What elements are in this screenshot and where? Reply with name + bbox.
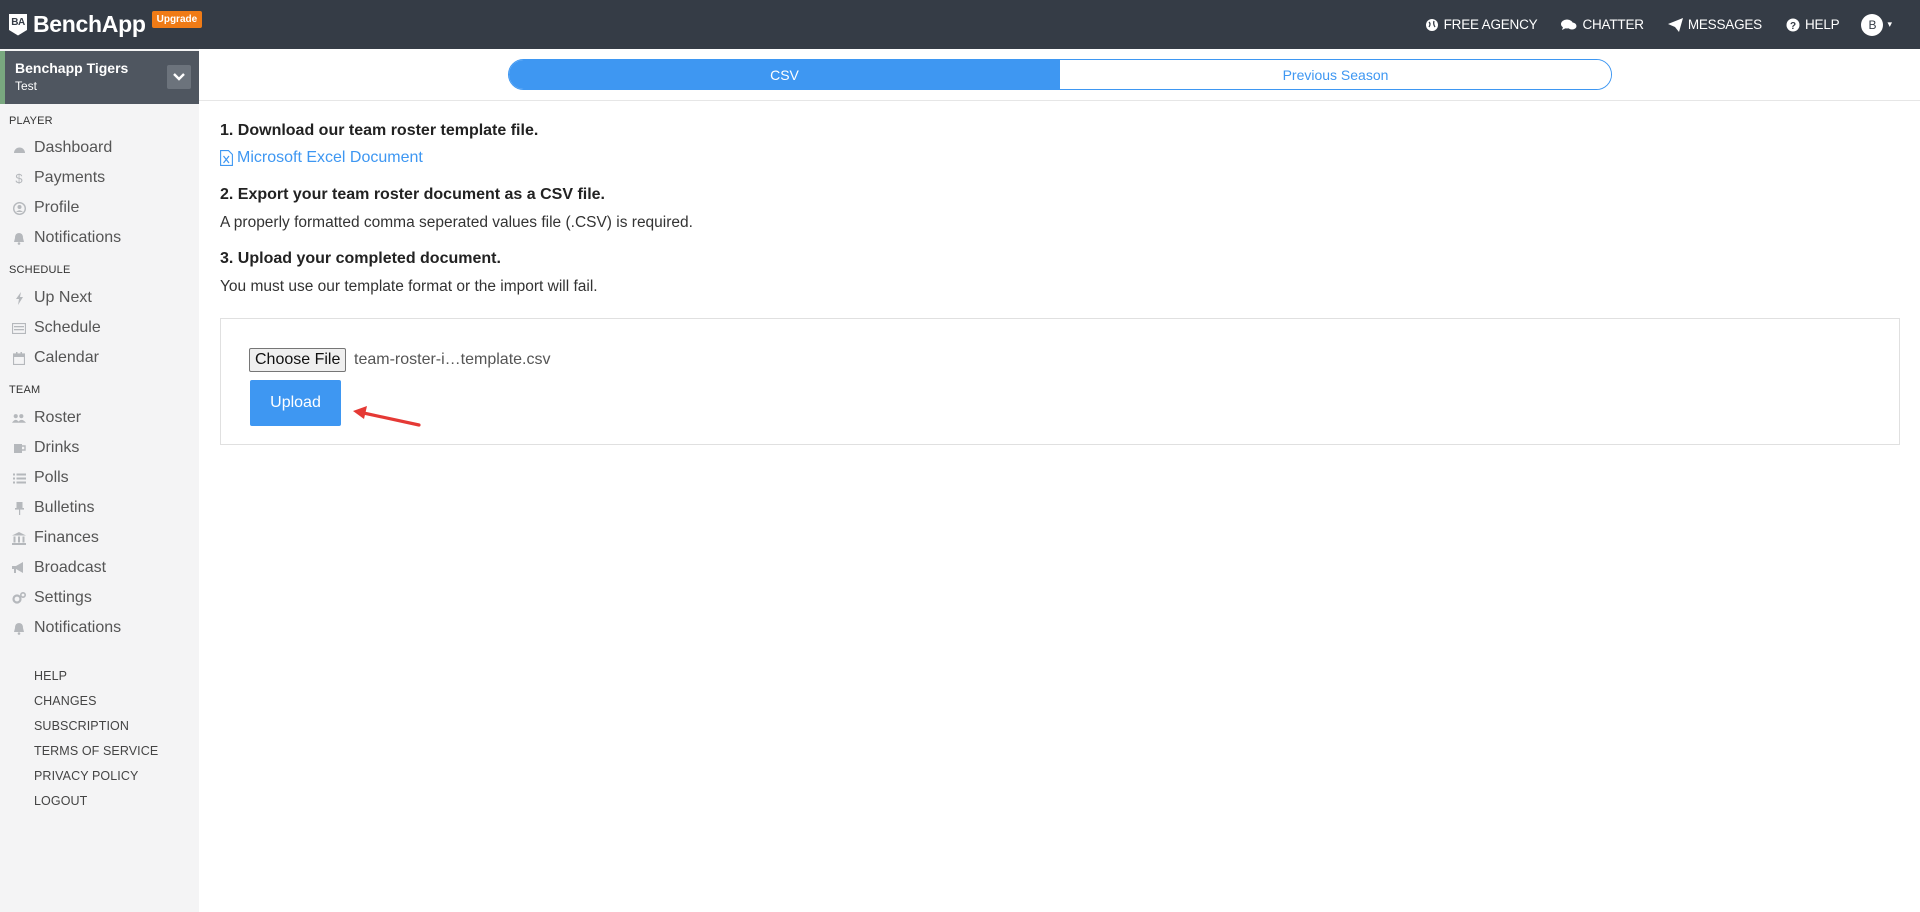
sidebar-item-schedule[interactable]: Schedule xyxy=(0,315,199,341)
team-switcher[interactable]: Benchapp Tigers Test xyxy=(0,51,199,104)
annotation-arrow-icon xyxy=(353,406,421,427)
excel-template-link-label: Microsoft Excel Document xyxy=(237,149,423,166)
sidebar-item-label: Notifications xyxy=(34,229,122,246)
bell-icon xyxy=(12,231,26,245)
nav-messages-label: MESSAGES xyxy=(1687,17,1762,32)
sidebar-item-calendar[interactable]: Calendar xyxy=(0,345,199,371)
bank-icon xyxy=(12,531,26,545)
list-alt-icon xyxy=(12,321,26,335)
sidebar-heading-team: TEAM xyxy=(9,384,41,396)
brand-logo[interactable]: BA BenchApp Upgrade xyxy=(0,0,203,49)
excel-template-link[interactable]: Microsoft Excel Document xyxy=(220,149,423,167)
tab-csv[interactable]: CSV xyxy=(509,60,1060,89)
sidebar-heading-player: PLAYER xyxy=(9,115,53,127)
brand-name: BenchApp xyxy=(33,11,146,37)
user-menu[interactable]: B ▾ xyxy=(1861,13,1892,36)
chevron-down-icon xyxy=(173,73,185,81)
nav-free-agency-label: FREE AGENCY xyxy=(1443,17,1538,32)
footer-link-privacy[interactable]: PRIVACY POLICY xyxy=(34,769,138,783)
sidebar-item-roster[interactable]: Roster xyxy=(0,405,199,431)
sidebar-item-dashboard[interactable]: Dashboard xyxy=(0,135,199,161)
team-toggle-button[interactable] xyxy=(167,65,191,89)
sidebar-item-polls[interactable]: Polls xyxy=(0,465,199,491)
sidebar-item-label: Notifications xyxy=(34,619,122,636)
bullhorn-icon xyxy=(12,561,26,575)
team-name: Benchapp Tigers xyxy=(15,60,129,76)
sidebar-item-notifications[interactable]: Notifications xyxy=(0,225,199,251)
sidebar-heading-schedule: SCHEDULE xyxy=(9,264,71,276)
upgrade-badge[interactable]: Upgrade xyxy=(151,11,203,28)
globe-icon xyxy=(1425,18,1438,31)
sidebar-item-team-notifications[interactable]: Notifications xyxy=(0,615,199,641)
top-nav-links: FREE AGENCY CHATTER MESSAGES ? HELP B ▾ xyxy=(1401,0,1892,49)
step-1-title: 1. Download our team roster template fil… xyxy=(220,122,539,139)
footer-link-subscription[interactable]: SUBSCRIPTION xyxy=(34,719,129,733)
user-circle-icon xyxy=(12,201,26,215)
step-2-title: 2. Export your team roster document as a… xyxy=(220,186,605,203)
nav-help[interactable]: ? HELP xyxy=(1786,17,1840,32)
upload-panel: Choose File team-roster-i…template.csv U… xyxy=(220,318,1900,445)
comments-icon xyxy=(1561,19,1577,30)
svg-text:?: ? xyxy=(1790,21,1796,32)
nav-free-agency[interactable]: FREE AGENCY xyxy=(1425,17,1538,32)
nav-messages[interactable]: MESSAGES xyxy=(1667,17,1762,32)
sidebar-item-up-next[interactable]: Up Next xyxy=(0,285,199,311)
footer-link-terms[interactable]: TERMS OF SERVICE xyxy=(34,744,158,758)
import-tabs-bar: CSV Previous Season xyxy=(199,49,1920,101)
chevron-down-icon: ▾ xyxy=(1887,19,1892,29)
nav-help-label: HELP xyxy=(1805,17,1840,32)
sidebar-item-broadcast[interactable]: Broadcast xyxy=(0,555,199,581)
sidebar-item-label: Dashboard xyxy=(34,139,113,156)
sidebar-item-label: Settings xyxy=(34,589,92,606)
footer-link-help[interactable]: HELP xyxy=(34,669,67,683)
sidebar-item-finances[interactable]: Finances xyxy=(0,525,199,551)
file-excel-icon xyxy=(220,150,233,166)
bell-icon xyxy=(12,621,26,635)
sidebar-item-label: Drinks xyxy=(34,439,80,456)
selected-file-name: team-roster-i…template.csv xyxy=(354,351,551,368)
footer-link-logout[interactable]: LOGOUT xyxy=(34,794,87,808)
sidebar-item-label: Payments xyxy=(34,169,106,186)
tab-previous-season[interactable]: Previous Season xyxy=(1060,60,1611,89)
paper-plane-icon xyxy=(1667,17,1683,32)
bolt-icon xyxy=(12,291,26,305)
sidebar-item-label: Schedule xyxy=(34,319,101,336)
top-navbar: BA BenchApp Upgrade FREE AGENCY CHATTER … xyxy=(0,0,1920,49)
sidebar-item-label: Calendar xyxy=(34,349,99,366)
cogs-icon xyxy=(12,591,26,605)
sidebar-item-label: Up Next xyxy=(34,289,92,306)
calendar-icon xyxy=(12,351,26,365)
list-icon xyxy=(12,471,26,485)
step-3-text: You must use our template format or the … xyxy=(220,278,598,295)
footer-link-changes[interactable]: CHANGES xyxy=(34,694,97,708)
choose-file-button[interactable]: Choose File xyxy=(249,348,347,372)
sidebar: Benchapp Tigers Test PLAYER Dashboard $ … xyxy=(0,49,199,912)
dollar-icon: $ xyxy=(15,170,23,186)
upload-button[interactable]: Upload xyxy=(250,380,341,426)
step-2-text: A properly formatted comma seperated val… xyxy=(220,214,693,231)
sidebar-item-drinks[interactable]: Drinks xyxy=(0,435,199,461)
sidebar-item-label: Profile xyxy=(34,199,80,216)
dashboard-icon xyxy=(12,141,26,155)
question-circle-icon: ? xyxy=(1786,18,1800,32)
step-3-title: 3. Upload your completed document. xyxy=(220,250,501,267)
sidebar-item-bulletins[interactable]: Bulletins xyxy=(0,495,199,521)
sidebar-item-payments[interactable]: $ Payments xyxy=(0,165,199,191)
sidebar-item-label: Polls xyxy=(34,469,69,486)
sidebar-item-settings[interactable]: Settings xyxy=(0,585,199,611)
avatar: B xyxy=(1861,13,1884,36)
beer-icon xyxy=(12,441,26,455)
nav-chatter[interactable]: CHATTER xyxy=(1561,17,1644,32)
team-subtitle: Test xyxy=(15,79,38,93)
sidebar-item-label: Broadcast xyxy=(34,559,107,576)
brand-badge-icon: BA xyxy=(9,13,27,36)
sidebar-item-label: Finances xyxy=(34,529,99,546)
thumbtack-icon xyxy=(12,501,26,515)
nav-chatter-label: CHATTER xyxy=(1582,17,1644,32)
sidebar-item-profile[interactable]: Profile xyxy=(0,195,199,221)
sidebar-item-label: Bulletins xyxy=(34,499,95,516)
sidebar-item-label: Roster xyxy=(34,409,82,426)
import-tabs: CSV Previous Season xyxy=(508,59,1612,90)
users-icon xyxy=(12,411,26,425)
